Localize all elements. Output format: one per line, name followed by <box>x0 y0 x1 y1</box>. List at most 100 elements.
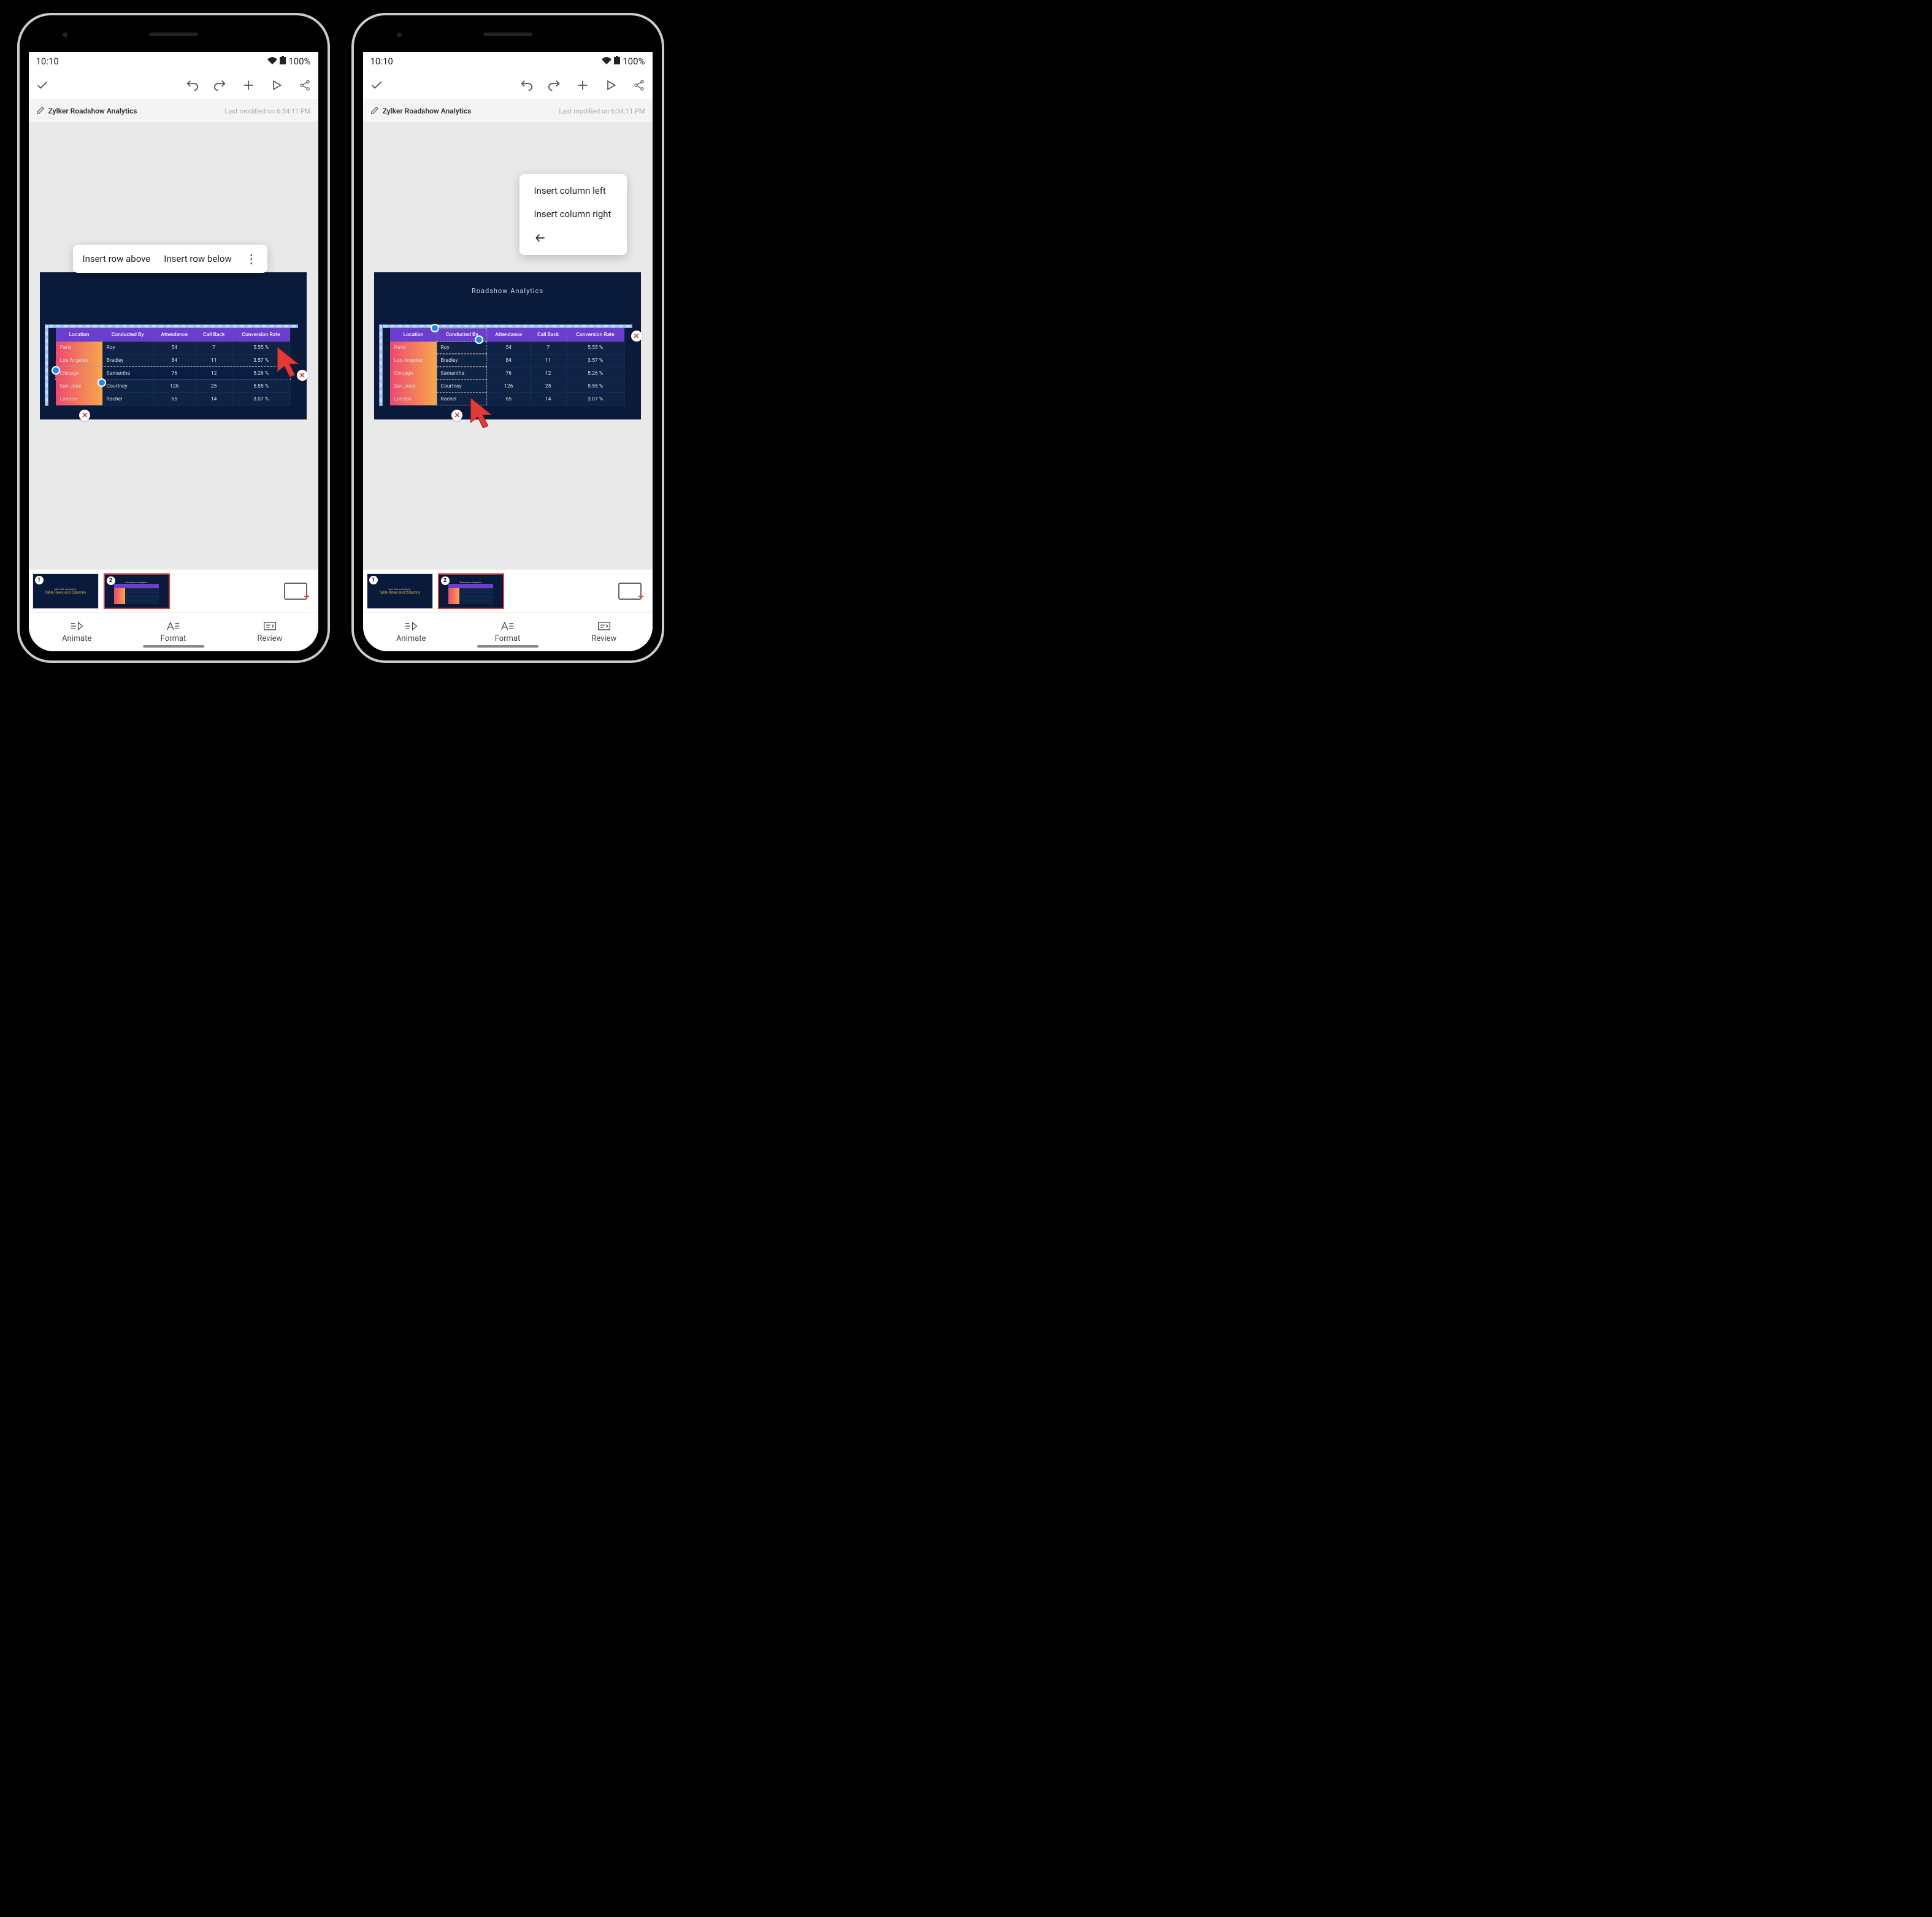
play-icon[interactable] <box>269 78 284 93</box>
slide-table[interactable]: Location Conducted By Attendance Call Ba… <box>390 328 624 406</box>
redo-icon[interactable] <box>213 78 228 93</box>
slide[interactable]: Location Conducted By Attendance Call Ba… <box>40 272 306 419</box>
home-indicator[interactable] <box>143 645 204 648</box>
slide-title: Roadshow Analytics <box>374 287 640 295</box>
back-icon[interactable] <box>534 232 546 247</box>
thumbnail-number: 1 <box>35 576 44 584</box>
insert-row-above[interactable]: Insert row above <box>83 253 151 264</box>
thumbnail-1[interactable]: 1 Add, Edit, and Delete Table Rows and C… <box>33 573 99 609</box>
ruler-left <box>379 324 383 406</box>
table-row: ParisRoy5475.55 % <box>56 342 290 354</box>
phone-right: 10:10 100% <box>351 13 664 663</box>
slide-canvas[interactable]: Location Conducted By Attendance Call Ba… <box>29 122 318 569</box>
document-title[interactable]: Zylker Roadshow Analytics <box>383 107 472 115</box>
th-conducted[interactable]: Conducted By <box>102 328 153 342</box>
play-icon[interactable] <box>604 78 618 93</box>
new-slide-button[interactable] <box>618 583 642 600</box>
edit-icon[interactable] <box>36 106 45 117</box>
table-row: ChicagoSamantha76125.26 % <box>56 367 290 380</box>
status-bar: 10:10 100% <box>363 52 653 71</box>
delete-column-button[interactable]: ✕ <box>451 410 462 421</box>
tab-label: Format <box>161 634 186 643</box>
th-conversion[interactable]: Conversion Rate <box>566 328 624 342</box>
toolbar <box>29 71 318 100</box>
row-context-menu: Insert row above Insert row below ⋮ <box>73 245 267 273</box>
done-icon[interactable] <box>35 78 50 93</box>
home-indicator[interactable] <box>477 645 539 648</box>
phone-camera <box>63 33 67 37</box>
share-icon[interactable] <box>632 78 646 93</box>
th-attendance[interactable]: Attendance <box>487 328 530 342</box>
thumbnail-number: 2 <box>441 576 450 585</box>
cursor-arrow-icon <box>274 344 309 378</box>
cursor-arrow-icon <box>467 395 502 429</box>
document-title[interactable]: Zylker Roadshow Analytics <box>48 107 137 115</box>
tab-label: Animate <box>396 634 426 643</box>
insert-column-right[interactable]: Insert column right <box>534 209 611 220</box>
phone-speaker <box>149 33 198 36</box>
table-row: LondonRachel65143.07 % <box>56 392 290 405</box>
table-row: ParisRoy5475.55 % <box>390 342 624 354</box>
new-slide-button[interactable] <box>284 583 307 600</box>
insert-column-left[interactable]: Insert column left <box>534 185 606 196</box>
table-row: Los AngelesBradley84113.57 % <box>390 354 624 367</box>
th-callback[interactable]: Call Back <box>196 328 232 342</box>
tab-review[interactable]: Review <box>221 613 318 651</box>
add-icon[interactable] <box>575 78 590 93</box>
done-icon[interactable] <box>369 78 384 93</box>
wifi-icon <box>267 56 277 67</box>
th-attendance[interactable]: Attendance <box>153 328 196 342</box>
selection-handle[interactable] <box>52 366 60 375</box>
thumbnail-1[interactable]: 1 Add, Edit, and Delete Table Rows and C… <box>367 573 433 609</box>
delete-column-button[interactable]: ✕ <box>79 410 90 421</box>
selection-handle[interactable] <box>98 378 106 387</box>
th-callback[interactable]: Call Back <box>530 328 566 342</box>
wifi-icon <box>602 56 611 67</box>
th-location[interactable]: Location <box>390 328 437 342</box>
thumbnail-number: 2 <box>107 576 115 585</box>
th-location[interactable]: Location <box>56 328 102 342</box>
slide-thumbnails: 1 Add, Edit, and Delete Table Rows and C… <box>363 569 653 612</box>
tab-review[interactable]: Review <box>556 613 652 651</box>
thumbnail-2[interactable]: 2 Roadshow Analytics <box>438 573 504 609</box>
side-button <box>328 193 330 224</box>
redo-icon[interactable] <box>547 78 562 93</box>
last-modified: Last modified on 6:34:11 PM <box>224 107 310 115</box>
screen: 10:10 100% <box>363 52 653 651</box>
ruler-top <box>45 324 297 328</box>
status-icons: 100% <box>267 56 310 67</box>
undo-icon[interactable] <box>519 78 534 93</box>
screen: 10:10 100% <box>29 52 318 651</box>
th-conversion[interactable]: Conversion Rate <box>232 328 290 342</box>
share-icon[interactable] <box>297 78 312 93</box>
table-frame[interactable]: Location Conducted By Attendance Call Ba… <box>390 328 624 406</box>
add-icon[interactable] <box>241 78 256 93</box>
tab-animate[interactable]: Animate <box>363 613 459 651</box>
edit-icon[interactable] <box>370 106 379 117</box>
phone-left: 10:10 100% <box>17 13 330 663</box>
selection-handle[interactable] <box>431 324 439 332</box>
delete-row-button[interactable]: ✕ <box>631 331 642 342</box>
battery-icon <box>280 56 286 67</box>
slide-canvas[interactable]: Roadshow Analytics Location Conducted By… <box>363 122 653 569</box>
thumb-content: Add, Edit, and Delete Table Rows and Col… <box>45 587 86 595</box>
thumbnail-2[interactable]: 2 Roadshow Analytics <box>104 573 170 609</box>
table-row: San JoseCourtney126255.55 % <box>390 380 624 392</box>
status-time: 10:10 <box>36 56 59 67</box>
thumb-content: Roadshow Analytics <box>448 581 493 600</box>
battery-percent: 100% <box>288 56 310 67</box>
slide[interactable]: Roadshow Analytics Location Conducted By… <box>374 272 640 419</box>
ruler-left <box>45 324 48 406</box>
tab-label: Review <box>591 634 616 643</box>
format-icon <box>500 621 514 632</box>
table-frame[interactable]: Location Conducted By Attendance Call Ba… <box>56 328 290 406</box>
thumb-content: Roadshow Analytics <box>114 581 159 600</box>
more-icon[interactable]: ⋮ <box>245 255 258 262</box>
selection-handle[interactable] <box>475 335 483 344</box>
battery-percent: 100% <box>623 56 645 67</box>
undo-icon[interactable] <box>185 78 199 93</box>
review-icon <box>597 621 611 632</box>
slide-table[interactable]: Location Conducted By Attendance Call Ba… <box>56 328 290 406</box>
insert-row-below[interactable]: Insert row below <box>164 253 231 264</box>
tab-animate[interactable]: Animate <box>29 613 125 651</box>
